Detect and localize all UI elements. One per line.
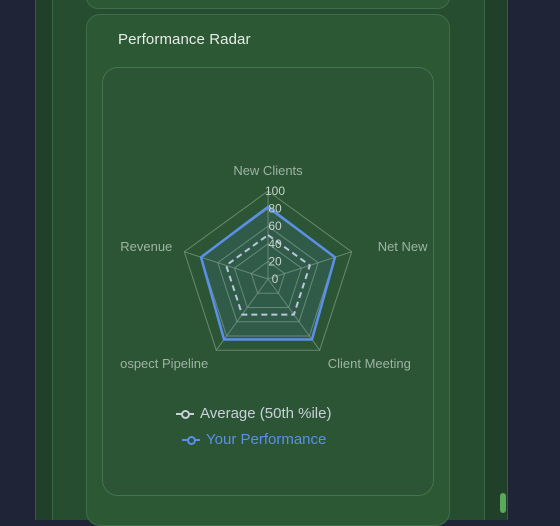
radial-tick-label: 80 bbox=[268, 202, 282, 216]
axis-label: Net New bbox=[378, 239, 428, 254]
legend-label-your-performance: Your Performance bbox=[206, 431, 327, 448]
axis-label: Client Meeting bbox=[328, 356, 411, 371]
legend-item-average[interactable]: Average (50th %ile) bbox=[176, 405, 331, 422]
radial-tick-label: 40 bbox=[268, 237, 282, 251]
legend-label-average: Average (50th %ile) bbox=[200, 405, 332, 422]
axis-label: New Clients bbox=[233, 163, 303, 178]
radial-tick-label: 100 bbox=[265, 184, 285, 198]
radial-tick-label: 20 bbox=[268, 254, 282, 268]
radial-tick-label: 60 bbox=[268, 219, 282, 233]
legend-line-marker-icon bbox=[182, 435, 200, 445]
legend-line-marker-icon bbox=[176, 409, 194, 419]
radial-tick-label: 0 bbox=[272, 272, 279, 286]
legend-item-your-performance[interactable]: Your Performance bbox=[182, 431, 326, 448]
axis-label: ospect Pipeline bbox=[120, 356, 208, 371]
axis-label: Revenue bbox=[120, 239, 172, 254]
scrollbar-thumb[interactable] bbox=[500, 493, 506, 513]
